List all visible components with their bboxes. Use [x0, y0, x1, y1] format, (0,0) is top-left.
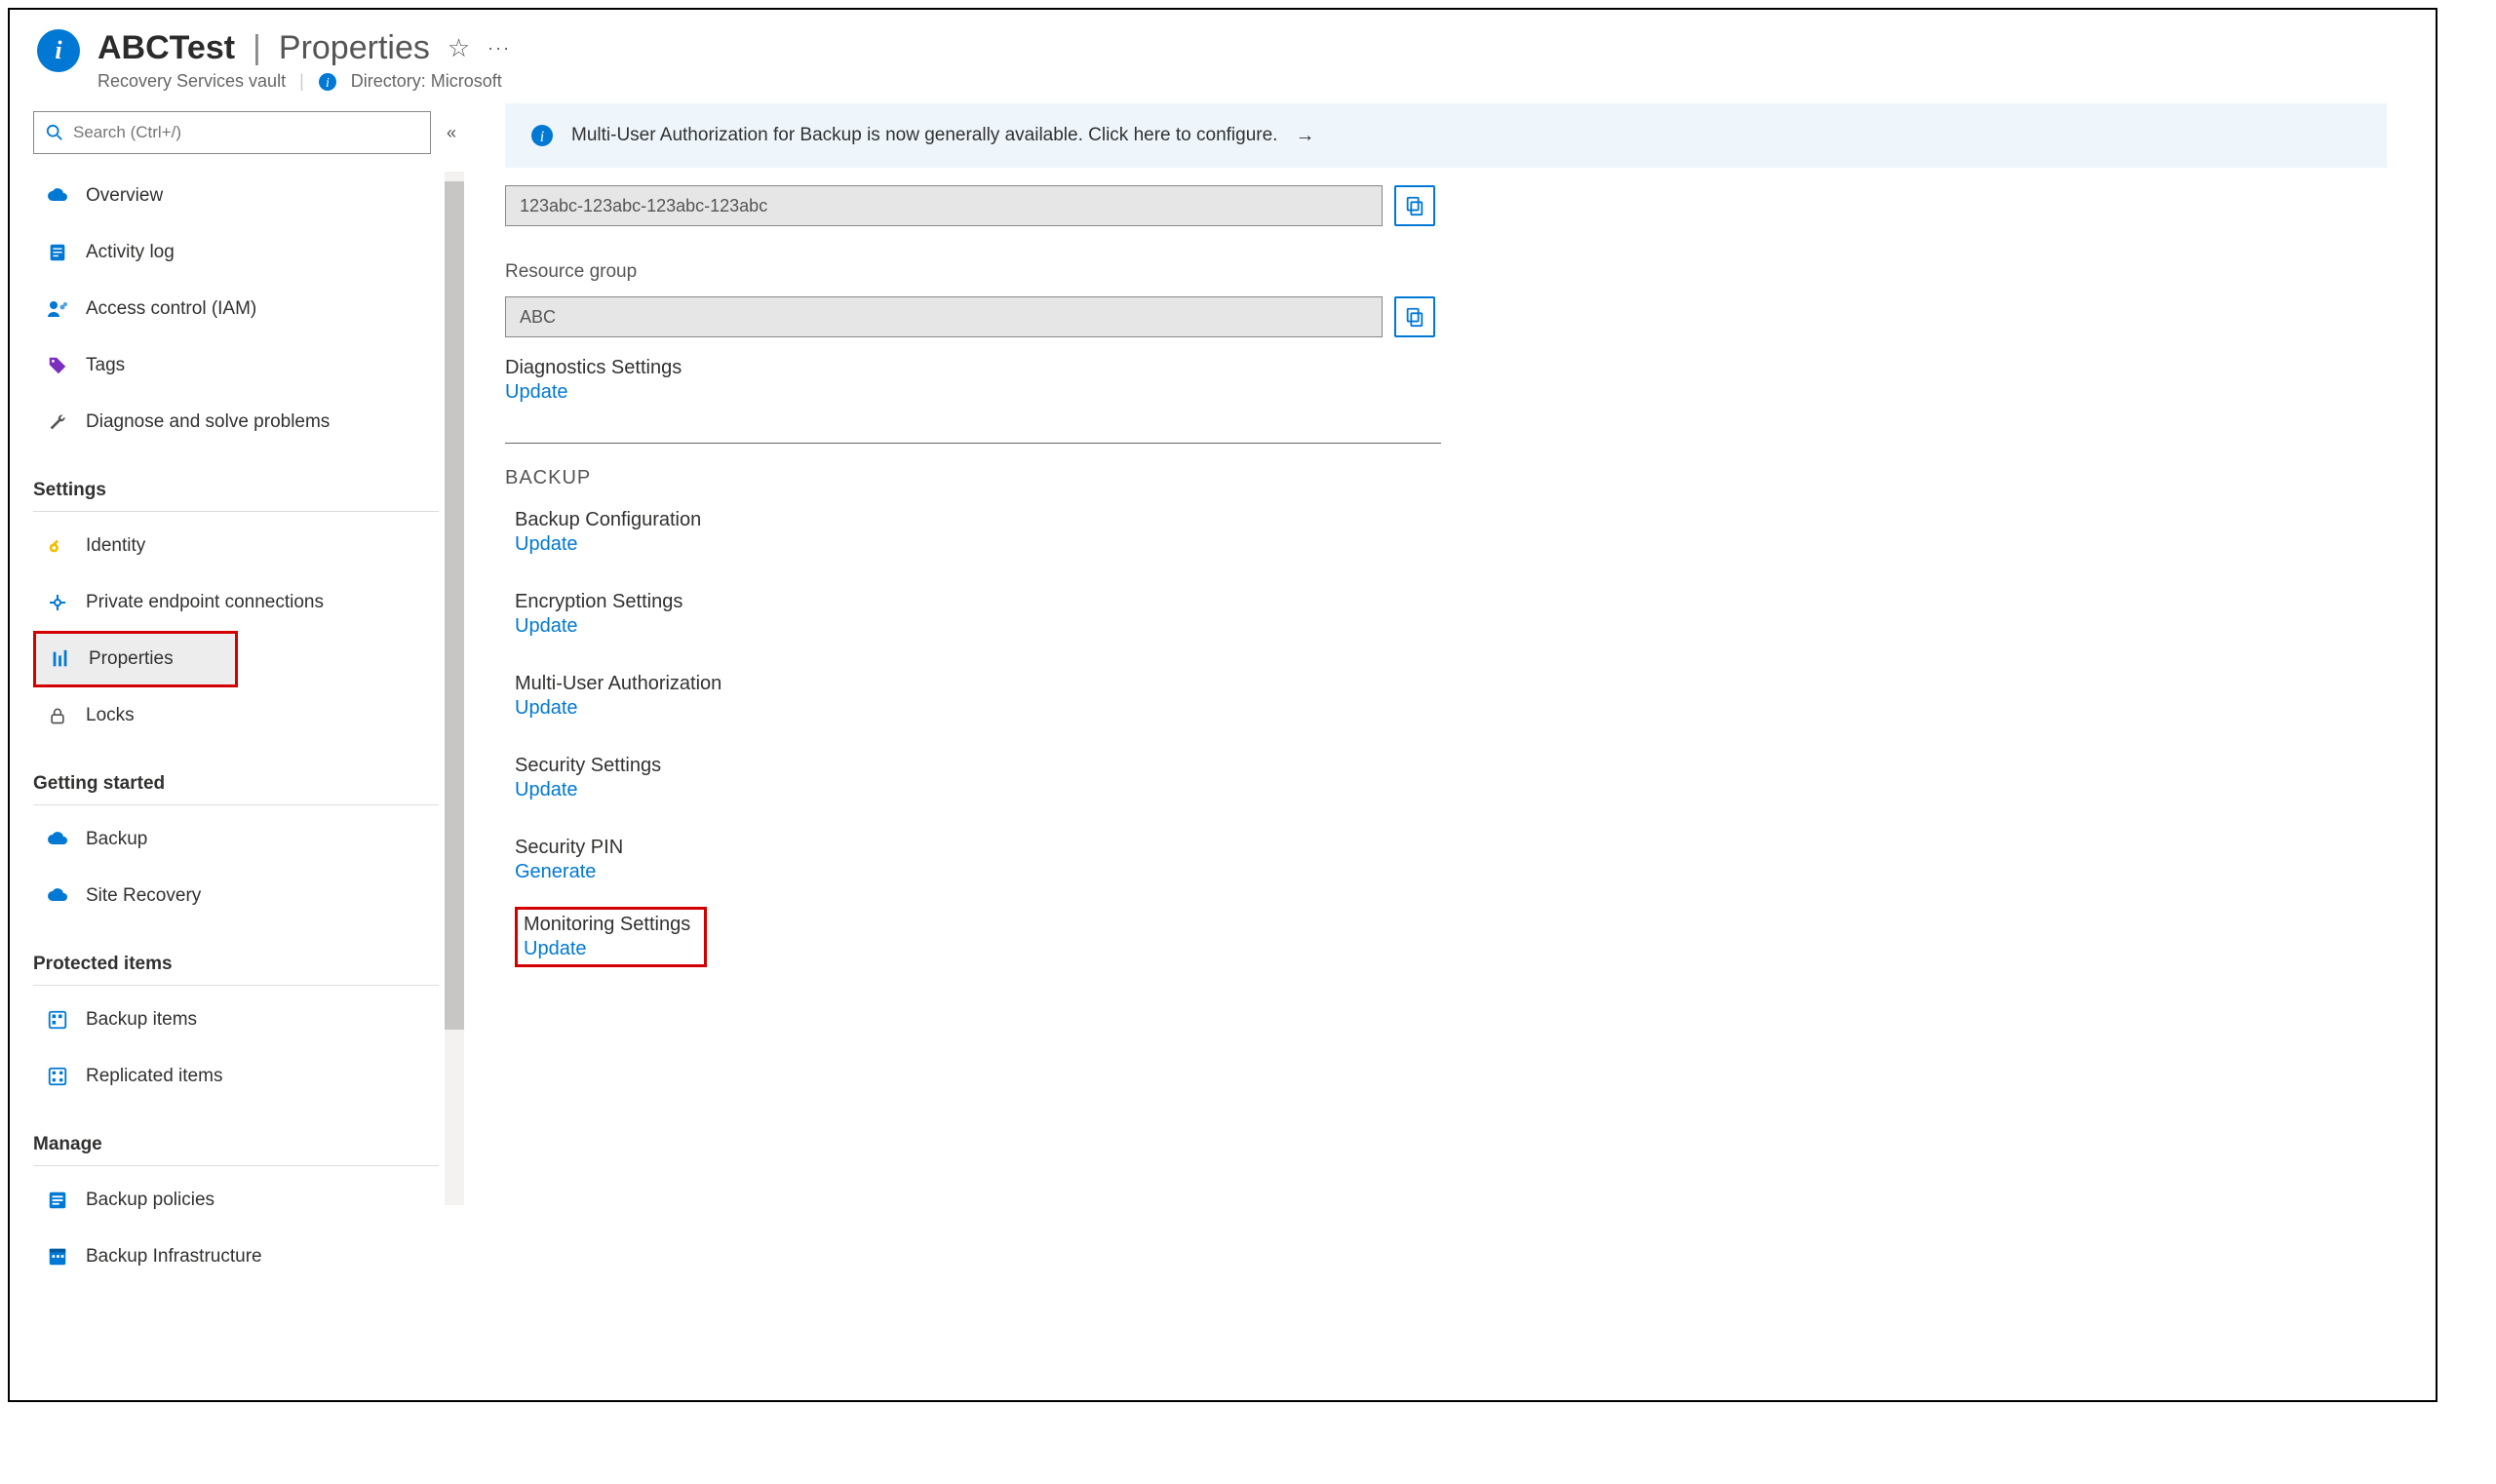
security-pin-label: Security PIN [515, 837, 2387, 859]
backup-config-update-link[interactable]: Update [515, 533, 2387, 556]
search-icon [46, 124, 63, 141]
sidebar-item-diagnose[interactable]: Diagnose and solve problems [33, 394, 468, 450]
search-input[interactable] [73, 123, 418, 142]
sidebar-item-backup-items[interactable]: Backup items [33, 992, 468, 1048]
resource-title: ABCTest [98, 29, 235, 67]
sidebar-item-label: Identity [86, 535, 145, 557]
sidebar-item-label: Replicated items [86, 1066, 222, 1087]
favorite-star-icon[interactable]: ☆ [448, 33, 470, 63]
sidebar-item-label: Backup items [86, 1009, 197, 1031]
sidebar-item-label: Backup policies [86, 1190, 214, 1211]
page-header: i ABCTest | Properties ☆ ··· Recovery Se… [10, 10, 2436, 103]
mua-banner[interactable]: i Multi-User Authorization for Backup is… [505, 103, 2387, 168]
grid-policy-icon [45, 1190, 70, 1211]
sidebar-item-label: Tags [86, 355, 125, 376]
sidebar-section-settings: Settings [33, 460, 439, 512]
sidebar-item-backup-infrastructure[interactable]: Backup Infrastructure [33, 1229, 468, 1285]
vault-id-field: 123abc-123abc-123abc-123abc [505, 185, 1383, 226]
security-pin-generate-link[interactable]: Generate [515, 861, 2387, 883]
sidebar-item-label: Overview [86, 185, 163, 207]
svg-text:i: i [540, 129, 544, 145]
sidebar-item-backup-policies[interactable]: Backup policies [33, 1172, 468, 1229]
sidebar-item-private-endpoint[interactable]: Private endpoint connections [33, 574, 468, 631]
sidebar-item-tags[interactable]: Tags [33, 337, 468, 394]
banner-text: Multi-User Authorization for Backup is n… [571, 125, 1277, 146]
svg-text:i: i [326, 76, 330, 91]
mua-label: Multi-User Authorization [515, 673, 2387, 695]
sidebar-item-label: Locks [86, 705, 135, 726]
sidebar-item-overview[interactable]: Overview [33, 168, 468, 224]
wrench-icon [45, 411, 70, 433]
arrow-right-icon: → [1295, 125, 1314, 147]
sidebar-item-label: Properties [89, 648, 174, 670]
copy-vault-id-button[interactable] [1394, 185, 1435, 226]
sidebar-scrollbar-thumb[interactable] [445, 181, 464, 1030]
sidebar-item-label: Access control (IAM) [86, 298, 256, 320]
more-actions-icon[interactable]: ··· [488, 38, 511, 59]
sidebar-item-locks[interactable]: Locks [33, 687, 468, 744]
encryption-settings-update-link[interactable]: Update [515, 615, 2387, 638]
monitoring-settings-update-link[interactable]: Update [524, 938, 690, 960]
grid-repl-icon [45, 1066, 70, 1087]
copy-resource-group-button[interactable] [1394, 296, 1435, 337]
section-divider [505, 443, 1441, 444]
directory-label: Directory: Microsoft [351, 71, 502, 92]
properties-icon [48, 648, 73, 670]
info-icon[interactable]: i [318, 72, 337, 92]
sidebar-scrollbar[interactable] [445, 172, 464, 1205]
mua-update-link[interactable]: Update [515, 697, 2387, 720]
diagnostics-update-link[interactable]: Update [505, 381, 568, 404]
sidebar-item-site-recovery[interactable]: Site Recovery [33, 868, 468, 924]
cloud-icon [45, 884, 70, 908]
sidebar-item-label: Private endpoint connections [86, 592, 324, 613]
sidebar-item-activity-log[interactable]: Activity log [33, 224, 468, 281]
sidebar-item-properties[interactable]: Properties [33, 631, 238, 687]
sidebar-item-label: Site Recovery [86, 885, 201, 907]
grid-infra-icon [45, 1246, 70, 1268]
title-separator: | [253, 29, 261, 67]
sidebar-item-backup[interactable]: Backup [33, 811, 468, 868]
vault-id-value: 123abc-123abc-123abc-123abc [520, 196, 767, 216]
sidebar-section-getting-started: Getting started [33, 754, 439, 805]
security-settings-label: Security Settings [515, 755, 2387, 777]
resource-group-field: ABC [505, 296, 1383, 337]
sidebar-section-manage: Manage [33, 1114, 439, 1166]
sidebar-section-protected-items: Protected items [33, 934, 439, 986]
iam-icon [45, 297, 70, 321]
resource-group-label: Resource group [505, 261, 2387, 283]
encryption-settings-label: Encryption Settings [515, 591, 2387, 613]
vault-info-icon: i [37, 29, 80, 72]
page-title: Properties [279, 29, 430, 67]
grid-backup-icon [45, 1009, 70, 1031]
sidebar-item-access-control[interactable]: Access control (IAM) [33, 281, 468, 337]
backup-section-header: BACKUP [505, 467, 2387, 489]
tag-icon [45, 355, 70, 376]
sidebar-item-label: Backup [86, 829, 147, 850]
sidebar-item-identity[interactable]: Identity [33, 518, 468, 574]
info-icon: i [530, 124, 554, 147]
sidebar-item-label: Backup Infrastructure [86, 1246, 262, 1268]
cloud-icon [45, 184, 70, 208]
subtitle-separator: | [299, 71, 304, 92]
security-settings-update-link[interactable]: Update [515, 779, 2387, 801]
resource-type-label: Recovery Services vault [98, 71, 286, 92]
resource-group-value: ABC [520, 307, 556, 328]
sidebar: « Overview Activity log [10, 103, 468, 1386]
monitoring-settings-label: Monitoring Settings [524, 914, 690, 936]
lock-icon [45, 706, 70, 725]
main-content: i Multi-User Authorization for Backup is… [468, 103, 2436, 1386]
endpoint-icon [45, 591, 70, 614]
sidebar-item-replicated-items[interactable]: Replicated items [33, 1048, 468, 1105]
search-input-container[interactable] [33, 111, 431, 154]
sidebar-item-label: Activity log [86, 242, 175, 263]
cloud-icon [45, 828, 70, 851]
sidebar-item-label: Diagnose and solve problems [86, 411, 330, 433]
collapse-sidebar-icon[interactable]: « [447, 123, 456, 143]
log-icon [45, 242, 70, 263]
diagnostics-label: Diagnostics Settings [505, 357, 2387, 379]
key-icon [45, 535, 70, 557]
backup-config-label: Backup Configuration [515, 509, 2387, 531]
